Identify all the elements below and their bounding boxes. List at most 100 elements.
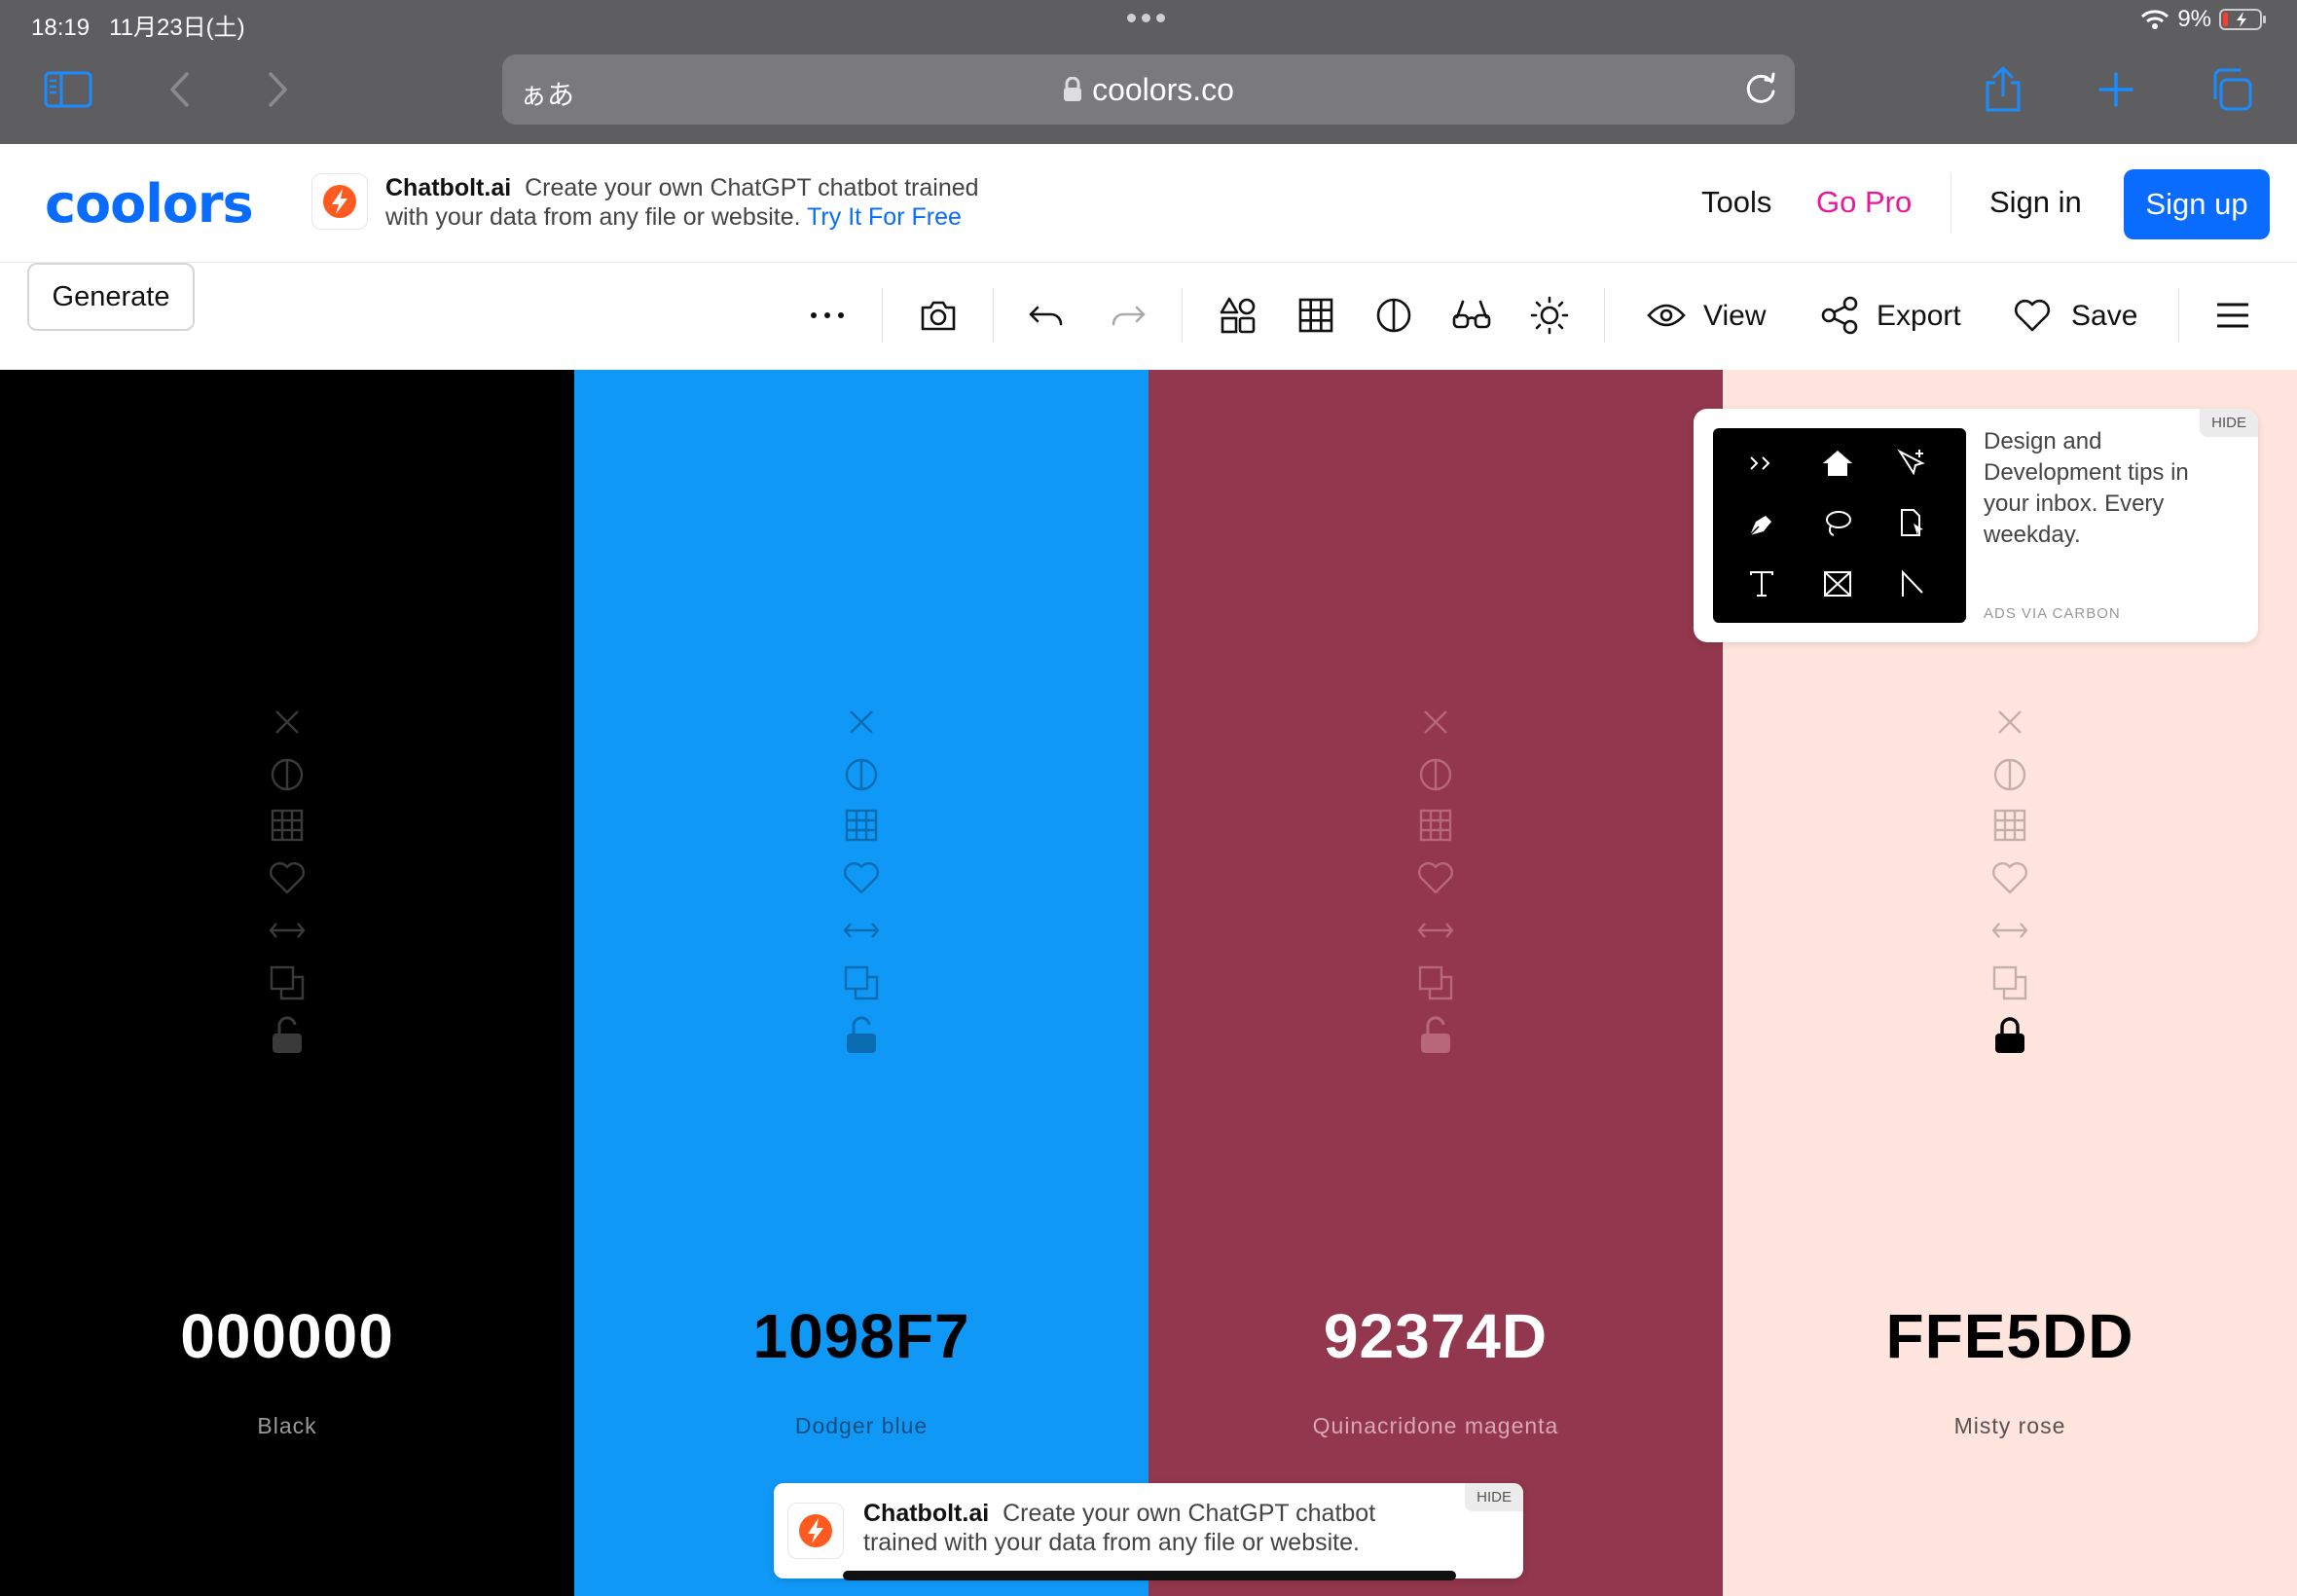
shades-icon[interactable]: [842, 755, 881, 794]
drag-arrows-icon[interactable]: [842, 911, 881, 950]
toolbar-divider: [993, 288, 994, 343]
chatbolt-logo-icon: [787, 1503, 844, 1559]
lock-open-icon[interactable]: [1416, 1016, 1455, 1055]
status-time: 18:19 11月23日(土): [31, 15, 245, 41]
favorite-heart-icon[interactable]: [1990, 858, 2029, 897]
copy-hex-icon[interactable]: [1416, 963, 1455, 1002]
view-eye-icon[interactable]: [1643, 292, 1690, 339]
heart-icon[interactable]: [2009, 292, 2056, 339]
view-button[interactable]: View: [1703, 300, 1766, 333]
ad-cta-link[interactable]: Try It For Free: [807, 203, 962, 231]
swatch-hex[interactable]: FFE5DD: [1723, 1300, 2297, 1372]
remove-color-icon[interactable]: [1416, 703, 1455, 742]
lasso-icon: [1818, 504, 1857, 543]
drag-arrows-icon[interactable]: [1416, 911, 1455, 950]
toolbar-divider: [1182, 288, 1183, 343]
export-share-icon[interactable]: [1816, 292, 1863, 339]
reload-icon[interactable]: [1742, 70, 1779, 107]
brightness-icon[interactable]: [1526, 292, 1573, 339]
shades-icon[interactable]: [1990, 755, 2029, 794]
shades-icon[interactable]: [1416, 755, 1455, 794]
carbon-ad-text[interactable]: Design and Development tips in your inbo…: [1984, 426, 2217, 551]
more-options-icon[interactable]: [804, 292, 851, 339]
lock-open-icon[interactable]: [268, 1016, 307, 1055]
undo-icon[interactable]: [1024, 292, 1071, 339]
slice-icon: [1892, 564, 1931, 603]
color-swatch[interactable]: 000000 Black: [0, 370, 574, 1596]
carbon-ad[interactable]: Design and Development tips in your inbo…: [1694, 409, 2258, 642]
lock-open-icon[interactable]: [842, 1016, 881, 1055]
status-right: 9%: [2140, 6, 2268, 33]
favorite-heart-icon[interactable]: [1416, 858, 1455, 897]
url-host[interactable]: coolors.co: [502, 72, 1795, 108]
swatch-hex[interactable]: 000000: [0, 1300, 574, 1372]
browser-chrome: 18:19 11月23日(土) 9% ぁあ coolors.co: [0, 0, 2297, 144]
battery-icon: [2219, 9, 2266, 30]
favorite-heart-icon[interactable]: [268, 858, 307, 897]
coolors-logo[interactable]: coolors: [45, 173, 254, 235]
color-swatch[interactable]: 1098F7 Dodger blue: [574, 370, 1148, 1596]
view-grid-icon[interactable]: [1990, 806, 2029, 845]
view-grid-icon[interactable]: [1416, 806, 1455, 845]
sign-up-button[interactable]: Sign up: [2124, 169, 2270, 239]
camera-icon[interactable]: [915, 292, 962, 339]
file-cursor-icon: [1892, 504, 1931, 543]
nav-tools[interactable]: Tools: [1701, 185, 1771, 220]
copy-hex-icon[interactable]: [1990, 963, 2029, 1002]
remove-color-icon[interactable]: [1990, 703, 2029, 742]
color-swatch[interactable]: 92374D Quinacridone magenta: [1148, 370, 1723, 1596]
carbon-hide-button[interactable]: HIDE: [2200, 409, 2258, 437]
copy-hex-icon[interactable]: [268, 963, 307, 1002]
remove-color-icon[interactable]: [268, 703, 307, 742]
sign-in-link[interactable]: Sign in: [1989, 185, 2082, 220]
generate-button[interactable]: Generate: [27, 263, 195, 331]
home-icon: [1818, 444, 1857, 483]
bottom-ad-hide-button[interactable]: HIDE: [1465, 1483, 1523, 1511]
lock-icon: [1064, 77, 1082, 101]
nav-go-pro[interactable]: Go Pro: [1816, 185, 1912, 220]
swatch-hex[interactable]: 92374D: [1148, 1300, 1723, 1372]
toolbar-divider: [1604, 288, 1605, 343]
toolbar-divider: [2178, 288, 2179, 343]
export-button[interactable]: Export: [1877, 300, 1961, 333]
text-tool-icon: [1742, 564, 1781, 603]
battery-percent: 9%: [2177, 6, 2211, 32]
swatch-color-name[interactable]: Quinacridone magenta: [1148, 1413, 1723, 1439]
sidebar-icon[interactable]: [41, 62, 95, 117]
lock-closed-icon[interactable]: [1990, 1016, 2029, 1055]
swatch-color-name[interactable]: Dodger blue: [574, 1413, 1148, 1439]
shades-icon[interactable]: [268, 755, 307, 794]
copy-hex-icon[interactable]: [842, 963, 881, 1002]
chevrons-right-icon: [1742, 444, 1781, 483]
new-tab-icon[interactable]: [2089, 62, 2143, 117]
address-bar[interactable]: ぁあ coolors.co: [502, 54, 1795, 125]
grid-icon[interactable]: [1293, 292, 1339, 339]
carbon-ad-via[interactable]: ADS VIA CARBON: [1984, 605, 2121, 622]
swatch-color-name[interactable]: Misty rose: [1723, 1413, 2297, 1439]
shapes-icon[interactable]: [1215, 292, 1261, 339]
hamburger-menu-icon[interactable]: [2209, 292, 2256, 339]
carbon-ad-image[interactable]: [1713, 428, 1966, 623]
drag-arrows-icon[interactable]: [268, 911, 307, 950]
bottom-ad[interactable]: Chatbolt.ai Create your own ChatGPT chat…: [774, 1483, 1523, 1578]
swatch-hex[interactable]: 1098F7: [574, 1300, 1148, 1372]
back-icon[interactable]: [152, 62, 206, 117]
forward-icon[interactable]: [251, 62, 306, 117]
favorite-heart-icon[interactable]: [842, 858, 881, 897]
drag-arrows-icon[interactable]: [1990, 911, 2029, 950]
save-button[interactable]: Save: [2071, 300, 2137, 333]
glasses-icon[interactable]: [1448, 292, 1495, 339]
frame-icon: [1818, 564, 1857, 603]
tabs-overview-icon[interactable]: [2204, 62, 2258, 117]
generator-toolbar: Generate View Export Save: [0, 263, 2297, 370]
contrast-icon[interactable]: [1370, 292, 1417, 339]
swatch-color-name[interactable]: Black: [0, 1413, 574, 1439]
redo-icon[interactable]: [1104, 292, 1150, 339]
toolbar-divider: [882, 288, 883, 343]
cursor-plus-icon: [1892, 444, 1931, 483]
share-icon[interactable]: [1976, 62, 2030, 117]
view-grid-icon[interactable]: [268, 806, 307, 845]
view-grid-icon[interactable]: [842, 806, 881, 845]
multitasking-dots[interactable]: [1127, 14, 1165, 22]
remove-color-icon[interactable]: [842, 703, 881, 742]
